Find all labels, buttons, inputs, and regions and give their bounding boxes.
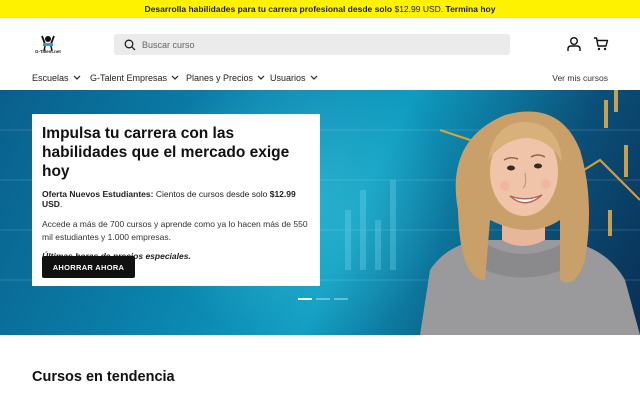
cart-icon [594, 37, 609, 51]
logo-text: G-Talent.net [35, 49, 61, 54]
offer-end: . [59, 199, 63, 209]
hero-banner: Impulsa tu carrera con las habilidades q… [0, 90, 640, 335]
search-input[interactable] [142, 39, 482, 50]
offer-label: Oferta Nuevos Estudiantes: [42, 189, 154, 199]
hero-photo-woman [420, 111, 640, 335]
site-header: G-Talent.net [0, 18, 640, 70]
hero-card: Impulsa tu carrera con las habilidades q… [32, 114, 320, 286]
hero-title: Impulsa tu carrera con las habilidades q… [42, 125, 290, 180]
nav-item-label: Usuarios [270, 73, 306, 83]
promo-bar[interactable]: Desarrolla habilidades para tu carrera p… [0, 0, 640, 18]
nav-item-escuelas[interactable]: Escuelas [32, 73, 81, 83]
hero-offer: Oferta Nuevos Estudiantes: Cientos de cu… [42, 189, 310, 209]
search-bar[interactable] [114, 34, 510, 55]
user-icon [567, 37, 581, 51]
nav-item-planes[interactable]: Planes y Precios [186, 73, 265, 83]
my-courses-link[interactable]: Ver mis cursos [552, 73, 608, 83]
chevron-down-icon [73, 75, 80, 80]
save-now-button[interactable]: AHORRAR AHORA [42, 256, 135, 278]
nav-item-label: Escuelas [32, 73, 69, 83]
cart-button[interactable] [592, 35, 610, 53]
slider-dots [298, 298, 348, 300]
promo-deadline: Termina hoy [445, 4, 496, 14]
chevron-down-icon [257, 75, 265, 80]
search-icon [124, 39, 136, 50]
nav-item-usuarios[interactable]: Usuarios [270, 73, 318, 83]
trending-courses-title: Cursos en tendencia [32, 369, 175, 385]
account-button[interactable] [565, 35, 583, 53]
chevron-down-icon [171, 75, 179, 80]
main-nav: Escuelas G-Talent Empresas Planes y Prec… [0, 70, 640, 90]
chevron-down-icon [310, 75, 317, 80]
promo-text: Desarrolla habilidades para tu carrera p… [144, 4, 393, 14]
nav-item-label: Planes y Precios [186, 73, 254, 83]
slide-dot-1[interactable] [298, 298, 312, 300]
promo-price: $12.99 USD. [394, 4, 444, 14]
hero-description: Accede a más de 700 cursos y aprende com… [42, 219, 308, 242]
logo-icon[interactable] [33, 32, 63, 58]
nav-item-empresas[interactable]: G-Talent Empresas [90, 73, 179, 83]
slide-dot-3[interactable] [334, 298, 348, 300]
nav-item-label: G-Talent Empresas [90, 73, 168, 83]
slide-dot-2[interactable] [316, 298, 330, 300]
offer-text: Cientos de cursos desde solo [153, 189, 270, 199]
